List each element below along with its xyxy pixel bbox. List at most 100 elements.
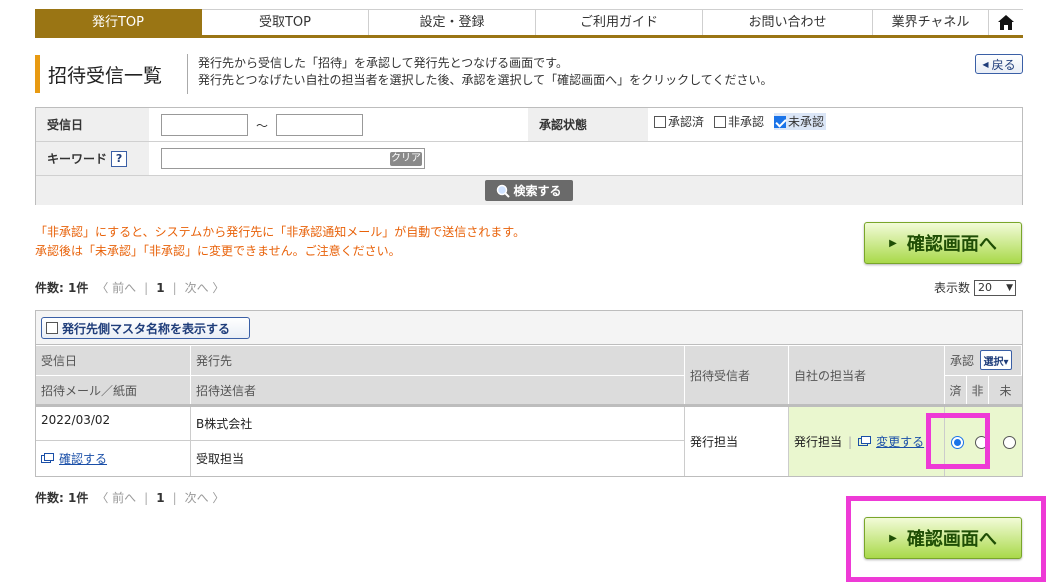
keyword-input[interactable]: クリア (161, 148, 425, 169)
approval-status-label: 承認状態 (528, 108, 648, 141)
search-row-keyword: キーワード ? クリア (36, 142, 1022, 176)
nav-settings[interactable]: 設定・登録 (369, 9, 536, 35)
confirm-label: 確認画面へ (906, 529, 997, 550)
header-invite-sender: 招待送信者 (191, 375, 685, 404)
back-button[interactable]: ◀ 戻る (975, 54, 1023, 74)
cell-invite-receiver: 発行担当 (685, 407, 789, 476)
per-page-select[interactable]: 20 (974, 279, 1017, 296)
cell-invite-sender: 受取担当 (191, 441, 685, 476)
keyword-label-cell: キーワード ? (36, 142, 149, 175)
pager-bottom: 件数: 1件 〈 前へ | 1 | 次へ 〉 (35, 489, 224, 506)
date-to-input[interactable] (276, 114, 363, 136)
staff-divider: | (848, 434, 853, 449)
search-button[interactable]: 検索する (485, 180, 573, 201)
title-divider (187, 54, 188, 94)
prev-page-link[interactable]: 〈 前へ (96, 489, 136, 506)
top-nav: 発行TOP 受取TOP 設定・登録 ご利用ガイド お問い合わせ 業界チャネル (35, 9, 1023, 38)
confirm-invite-link[interactable]: 確認する (59, 450, 107, 467)
status-rejected-checkbox[interactable]: 非承認 (714, 113, 764, 130)
nav-contact[interactable]: お問い合わせ (703, 9, 873, 35)
page-description: 発行先から受信した「招待」を承認して発行先とつなげる画面です。 発行先とつなげた… (198, 55, 772, 89)
current-page: 1 (156, 490, 165, 505)
pager-divider: | (144, 280, 149, 295)
checkbox-icon (46, 322, 58, 334)
header-our-staff: 自社の担当者 (789, 346, 945, 404)
search-panel: 受信日 ～ 承認状態 承認済 非承認 未承認 キーワード ? クリア 検索する (35, 107, 1023, 205)
keyword-label: キーワード (47, 152, 108, 166)
approval-status-options: 承認済 非承認 未承認 (654, 113, 827, 130)
back-label: 戻る (991, 57, 1016, 72)
status-pending-checkbox[interactable]: 未承認 (774, 113, 827, 130)
header-rejected: 非 (967, 376, 989, 404)
header-invite-mail: 招待メール／紙面 (36, 375, 191, 404)
highlight-approval-radio (926, 413, 990, 469)
cell-invite-mail: 確認する (36, 441, 191, 476)
approval-header-label: 承認 (950, 354, 975, 368)
nav-guide[interactable]: ご利用ガイド (536, 9, 703, 35)
header-invite-receiver: 招待受信者 (685, 346, 789, 404)
back-arrow-icon: ◀ (982, 59, 989, 69)
date-range-separator: ～ (256, 119, 269, 133)
nav-receive-top[interactable]: 受取TOP (202, 9, 369, 35)
checkbox-checked-icon (774, 116, 787, 128)
result-count: 件数: 1件 (35, 281, 89, 295)
per-page-label: 表示数 (934, 281, 971, 295)
nav-issue-top[interactable]: 発行TOP (35, 9, 202, 35)
header-pending: 未 (989, 376, 1022, 404)
pager-divider: | (144, 490, 149, 505)
description-line-2: 発行先とつなげたい自社の担当者を選択した後、承認を選択して「確認画面へ」をクリッ… (198, 73, 773, 87)
page-header: 招待受信一覧 (35, 52, 188, 96)
result-count: 件数: 1件 (35, 491, 89, 505)
status-pending-label: 未承認 (788, 115, 825, 129)
show-master-name-label: 発行先側マスタ名称を表示する (62, 321, 231, 336)
cell-issuer: B株式会社 (191, 407, 685, 441)
description-line-1: 発行先から受信した「招待」を承認して発行先とつなげる画面です。 (198, 56, 568, 70)
search-button-row: 検索する (36, 176, 1022, 205)
confirm-screen-button-bottom[interactable]: ▶ 確認画面へ (864, 517, 1022, 559)
page-title: 招待受信一覧 (48, 64, 163, 87)
home-button[interactable] (989, 9, 1023, 35)
cell-received-date: 2022/03/02 (36, 407, 191, 441)
checkbox-icon (714, 116, 727, 128)
search-row-date: 受信日 ～ 承認状態 承認済 非承認 未承認 (36, 108, 1022, 142)
home-icon (998, 15, 1014, 30)
warning-line-2: 承認後は「未承認」「非承認」に変更できません。ご注意ください。 (35, 244, 401, 258)
external-window-icon (41, 452, 54, 463)
approval-radio-pending[interactable] (1003, 436, 1016, 449)
cell-our-staff: 発行担当 | 変更する (789, 407, 945, 476)
next-page-link[interactable]: 次へ 〉 (185, 279, 225, 296)
nav-industry-channel[interactable]: 業界チャネル (873, 9, 989, 35)
status-rejected-label: 非承認 (728, 115, 765, 129)
table-toolbar: 発行先側マスタ名称を表示する (36, 311, 1022, 345)
header-issuer: 発行先 (191, 346, 685, 375)
pager-top: 件数: 1件 〈 前へ | 1 | 次へ 〉 (35, 279, 224, 296)
help-icon[interactable]: ? (111, 150, 128, 167)
show-master-name-toggle[interactable]: 発行先側マスタ名称を表示する (41, 317, 250, 339)
title-accent-bar (35, 55, 40, 93)
current-page: 1 (156, 280, 165, 295)
status-approved-checkbox[interactable]: 承認済 (654, 113, 704, 130)
header-approved: 済 (945, 376, 967, 404)
staff-name: 発行担当 (794, 435, 843, 449)
play-triangle-icon: ▶ (889, 237, 897, 249)
confirm-screen-button-top[interactable]: ▶ 確認画面へ (864, 222, 1022, 264)
select-dropdown-button[interactable]: 選択▾ (980, 350, 1012, 370)
clear-button[interactable]: クリア (390, 152, 422, 166)
pager-divider: | (172, 490, 177, 505)
play-triangle-icon: ▶ (889, 532, 897, 544)
per-page-control: 表示数 20 (934, 279, 1017, 296)
header-received-date: 受信日 (36, 346, 191, 375)
date-from-input[interactable] (161, 114, 248, 136)
search-button-label: 検索する (513, 184, 562, 198)
invitation-table: 発行先側マスタ名称を表示する 受信日 発行先 招待メール／紙面 招待送信者 招待… (35, 310, 1023, 477)
pager-divider: | (172, 280, 177, 295)
warning-message: 「非承認」にすると、システムから発行先に「非承認通知メール」が自動で送信されます… (35, 223, 525, 261)
warning-line-1: 「非承認」にすると、システムから発行先に「非承認通知メール」が自動で送信されます… (35, 225, 526, 239)
received-date-label: 受信日 (36, 108, 149, 141)
checkbox-icon (654, 116, 666, 128)
next-page-link[interactable]: 次へ 〉 (185, 489, 225, 506)
external-window-icon (858, 435, 872, 446)
prev-page-link[interactable]: 〈 前へ (96, 279, 136, 296)
confirm-label: 確認画面へ (906, 234, 997, 255)
change-staff-link[interactable]: 変更する (876, 433, 924, 450)
